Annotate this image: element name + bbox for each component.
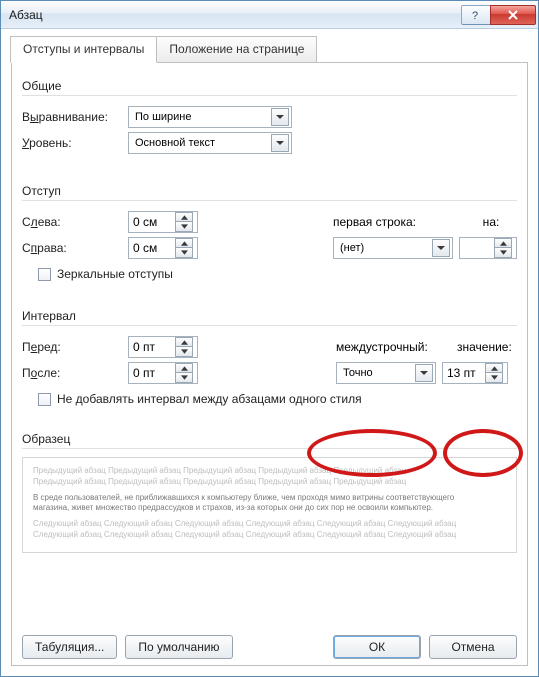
indent-by-input[interactable] [460,241,494,255]
line-spacing-combo[interactable]: Точно [336,362,436,384]
group-general: Общие Выравнивание: По ширине Уровень: О… [22,73,517,156]
mirror-indents-checkbox[interactable]: Зеркальные отступы [38,267,517,281]
cancel-button[interactable]: Отмена [429,635,517,659]
space-before-label: Перед: [22,340,122,354]
preview-box: Предыдущий абзац Предыдущий абзац Предыд… [22,457,517,553]
preview-line: Следующий абзац Следующий абзац Следующи… [33,519,506,530]
indent-left-spin[interactable] [128,211,198,233]
indent-right-spin[interactable] [128,237,198,259]
chevron-down-icon [415,364,433,382]
svg-text:?: ? [472,10,478,21]
special-indent-value: (нет) [340,242,364,254]
chevron-down-icon [432,239,450,257]
alignment-combo[interactable]: По ширине [128,106,292,128]
checkbox-icon [38,393,51,406]
line-spacing-label: междустрочный: [336,340,451,354]
space-after-input[interactable] [129,366,175,380]
titlebar[interactable]: Абзац ? [1,1,538,29]
dialog-window: Абзац ? Отступы и интервалы Положение на… [0,0,539,677]
indent-right-label: Справа: [22,241,122,255]
spin-up-icon[interactable] [175,238,193,248]
spin-up-icon[interactable] [485,363,503,373]
space-before-spin[interactable] [128,336,198,358]
spacing-at-label: значение: [457,340,517,354]
ok-button[interactable]: ОК [333,635,421,659]
indent-left-label: Слева: [22,215,122,229]
special-indent-combo[interactable]: (нет) [333,237,453,259]
mirror-indents-label: Зеркальные отступы [57,267,173,281]
space-after-spin[interactable] [128,362,198,384]
preview-line: Предыдущий абзац Предыдущий абзац Предыд… [33,466,506,477]
spacing-at-input[interactable] [443,366,485,380]
preview-line: Следующий абзац Следующий абзац Следующи… [33,530,506,541]
space-after-label: После: [22,366,122,380]
spacing-at-spin[interactable] [442,362,508,384]
spin-down-icon[interactable] [175,347,193,357]
tab-indents-spacing[interactable]: Отступы и интервалы [10,36,157,63]
group-preview-title: Образец [22,426,517,449]
level-label: Уровень: [22,136,122,150]
chevron-down-icon [271,134,289,152]
preview-line: Предыдущий абзац Предыдущий абзац Предыд… [33,477,506,488]
tab-body: Общие Выравнивание: По ширине Уровень: О… [11,62,528,666]
group-indent-title: Отступ [22,178,517,201]
indent-left-input[interactable] [129,215,175,229]
spin-up-icon[interactable] [175,212,193,222]
spin-down-icon[interactable] [494,248,512,258]
tabstrip: Отступы и интервалы Положение на страниц… [10,36,528,63]
spin-down-icon[interactable] [175,222,193,232]
first-line-label: первая строка: [333,215,459,229]
group-preview: Образец Предыдущий абзац Предыдущий абза… [22,426,517,553]
spin-up-icon[interactable] [175,363,193,373]
spin-up-icon[interactable] [494,238,512,248]
level-combo[interactable]: Основной текст [128,132,292,154]
line-spacing-value: Точно [343,367,373,379]
window-title: Абзац [9,8,462,22]
group-indent: Отступ Слева: Справа: [22,178,517,281]
tab-position[interactable]: Положение на странице [156,36,317,63]
client-area: Отступы и интервалы Положение на страниц… [1,29,538,676]
group-general-title: Общие [22,73,517,96]
close-icon [507,9,519,21]
alignment-value: По ширине [135,111,192,123]
help-icon: ? [470,9,482,21]
tabs-button[interactable]: Табуляция... [22,635,117,659]
checkbox-icon [38,268,51,281]
help-button[interactable]: ? [461,5,491,25]
spin-down-icon[interactable] [175,373,193,383]
spin-up-icon[interactable] [175,337,193,347]
level-value: Основной текст [135,137,215,149]
alignment-label: Выравнивание: [22,110,122,124]
spin-down-icon[interactable] [485,373,503,383]
indent-by-spin[interactable] [459,237,517,259]
dialog-footer: Табуляция... По умолчанию ОК Отмена [22,635,517,659]
default-button[interactable]: По умолчанию [125,635,232,659]
no-space-same-style-checkbox[interactable]: Не добавлять интервал между абзацами одн… [38,392,517,406]
close-button[interactable] [490,5,536,25]
preview-sample-text: В среде пользователей, не приближавшихся… [33,493,506,515]
indent-by-label: на: [465,215,517,229]
no-space-same-style-label: Не добавлять интервал между абзацами одн… [57,392,362,406]
indent-right-input[interactable] [129,241,175,255]
group-spacing-title: Интервал [22,303,517,326]
chevron-down-icon [271,108,289,126]
spin-down-icon[interactable] [175,248,193,258]
space-before-input[interactable] [129,340,175,354]
group-spacing: Интервал Перед: После: [22,303,517,406]
window-buttons: ? [462,5,536,25]
